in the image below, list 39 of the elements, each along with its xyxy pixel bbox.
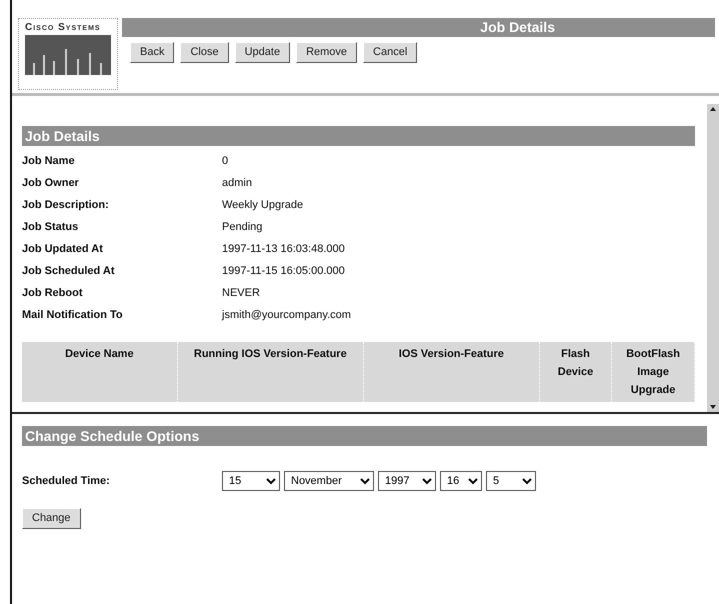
column-header: IOS Version-Feature [363, 342, 540, 402]
dropdown-field[interactable]: 16 [440, 471, 482, 491]
header-title: Job Details [122, 18, 715, 37]
field-label: Job Updated At [22, 242, 104, 257]
column-header: Running IOS Version-Feature [177, 342, 364, 402]
toolbar-button[interactable]: Cancel [363, 42, 418, 63]
field-label: Job Reboot [22, 286, 84, 301]
field-value: admin [222, 176, 252, 191]
dropdown-field[interactable]: 1997 [378, 471, 436, 491]
field-value: 0 [222, 154, 228, 169]
field-value: jsmith@yourcompany.com [222, 308, 351, 323]
field-label: Mail Notification To [22, 308, 124, 323]
bridge-bars-icon [25, 35, 111, 75]
field-label: Scheduled Time: [22, 474, 111, 489]
column-header: BootFlash Image Upgrade [612, 342, 694, 402]
dropdown-field[interactable]: 15 [222, 471, 280, 491]
field-value: Pending [222, 220, 262, 235]
toolbar-button[interactable]: Remove [296, 42, 358, 63]
field-value: 1997-11-15 16:05:00.000 [222, 264, 345, 279]
logo-text: Cisco Systems [25, 23, 102, 33]
field-label: Job Owner [22, 176, 80, 191]
section-title: Change Schedule Options [22, 426, 707, 446]
toolbar-button[interactable]: Update [234, 42, 290, 63]
field-label: Job Scheduled At [22, 264, 116, 279]
toolbar-button[interactable]: Back [130, 42, 174, 63]
field-label: Job Description: [22, 198, 110, 213]
dropdown-field[interactable]: November [284, 471, 374, 491]
field-label: Job Name [22, 154, 76, 169]
change-button[interactable]: Change [22, 508, 81, 529]
dropdown-field[interactable]: 5 [486, 471, 536, 491]
field-value: Weekly Upgrade [222, 198, 304, 213]
field-label: Job Status [22, 220, 80, 235]
toolbar-button[interactable]: Close [180, 42, 229, 63]
column-header: Flash Device [539, 342, 612, 402]
column-header: Device Name [22, 342, 178, 402]
field-value: NEVER [222, 286, 260, 301]
scrollbar[interactable] [707, 104, 719, 412]
field-value: 1997-11-13 16:03:48.000 [222, 242, 345, 257]
section-title: Job Details [22, 126, 695, 146]
